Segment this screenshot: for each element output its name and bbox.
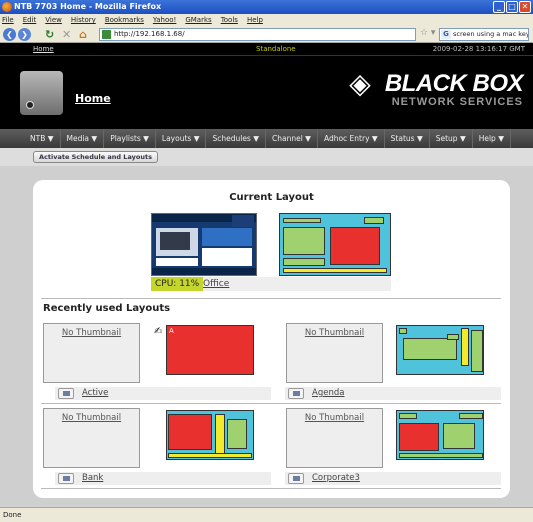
preview-icon[interactable] [58, 388, 74, 399]
nav-help[interactable]: Help ▼ [473, 129, 511, 148]
no-thumbnail-placeholder: No Thumbnail [43, 408, 140, 468]
layout-name-bank[interactable]: Bank [82, 472, 103, 485]
current-screenshot [151, 213, 257, 276]
main-nav: NTB ▼ Media ▼ Playlists ▼ Layouts ▼ Sche… [0, 129, 533, 148]
layout-thumbnail-active[interactable]: A [166, 325, 254, 375]
preview-icon[interactable] [58, 473, 74, 484]
layout-thumbnail-corporate3[interactable] [396, 410, 484, 460]
menu-history[interactable]: History [71, 14, 96, 26]
layouts-panel: Current Layout CPU: 11% Office Recently … [33, 180, 510, 498]
menubar: File Edit View History Bookmarks Yahoo! … [0, 14, 533, 26]
home-icon[interactable]: ⌂ [79, 28, 87, 41]
layout-name-agenda[interactable]: Agenda [312, 387, 344, 400]
page-header: Home ◈ BLACK BOX NETWORK SERVICES [0, 56, 533, 129]
search-text: screen using a mac keyboard [453, 30, 528, 38]
layout-row-bank: Bank [55, 472, 271, 485]
nav-playlists[interactable]: Playlists ▼ [104, 129, 156, 148]
divider [41, 488, 501, 489]
diamond-icon: ◈ [349, 67, 371, 100]
menu-gmarks[interactable]: GMarks [185, 14, 211, 26]
layout-name-corporate3[interactable]: Corporate3 [312, 472, 360, 485]
navigation-toolbar: ❮ ❯ ↻ ✕ ⌂ http://192.168.1.68/ ☆ ▾ G scr… [0, 26, 533, 43]
menu-yahoo[interactable]: Yahoo! [153, 14, 176, 26]
current-layout-link[interactable]: Office [203, 277, 229, 291]
menu-bookmarks[interactable]: Bookmarks [105, 14, 144, 26]
device-icon [20, 71, 63, 115]
cpu-usage: CPU: 11% [151, 277, 204, 291]
layout-row-active: Active [55, 387, 271, 400]
current-layout-info: CPU: 11% Office [151, 277, 391, 291]
reload-icon[interactable]: ↻ [45, 28, 54, 41]
nav-adhoc-entry[interactable]: Adhoc Entry ▼ [318, 129, 385, 148]
mode-indicator: Standalone [256, 45, 296, 53]
forward-icon[interactable]: ❯ [18, 28, 31, 41]
layout-thumbnail-agenda[interactable] [396, 325, 484, 375]
recent-layouts-title: Recently used Layouts [43, 303, 171, 314]
status-bar: Done [0, 507, 533, 522]
window-title: NTB 7703 Home - Mozilla Firefox [14, 2, 162, 11]
preview-icon[interactable] [288, 473, 304, 484]
divider [41, 298, 501, 299]
bookmark-star-icon[interactable]: ☆ ▾ [420, 28, 435, 38]
url-text: http://192.168.1.68/ [114, 30, 185, 38]
google-icon: G [441, 30, 451, 39]
close-button[interactable]: ✕ [519, 1, 531, 13]
layout-thumbnail-bank[interactable] [166, 410, 254, 460]
no-thumbnail-placeholder: No Thumbnail [286, 323, 383, 383]
nav-media[interactable]: Media ▼ [61, 129, 105, 148]
nav-status[interactable]: Status ▼ [385, 129, 430, 148]
status-text: Done [3, 511, 22, 519]
current-layout-title: Current Layout [229, 192, 314, 203]
firefox-icon [2, 2, 12, 12]
content-area: Current Layout CPU: 11% Office Recently … [0, 166, 533, 507]
home-link[interactable]: Home [33, 43, 54, 56]
stop-icon[interactable]: ✕ [62, 28, 71, 41]
divider [41, 403, 501, 404]
page-title[interactable]: Home [75, 92, 111, 105]
menu-help[interactable]: Help [247, 14, 263, 26]
layout-row-corporate3: Corporate3 [285, 472, 501, 485]
maximize-button[interactable]: □ [506, 1, 518, 13]
site-icon [102, 30, 111, 39]
nav-setup[interactable]: Setup ▼ [430, 129, 473, 148]
url-bar[interactable]: http://192.168.1.68/ [99, 28, 416, 41]
search-input[interactable]: G screen using a mac keyboard [439, 28, 529, 41]
no-thumbnail-placeholder: No Thumbnail [43, 323, 140, 383]
minimize-button[interactable]: _ [493, 1, 505, 13]
no-thumbnail-placeholder: No Thumbnail [286, 408, 383, 468]
nav-schedules[interactable]: Schedules ▼ [206, 129, 266, 148]
preview-icon[interactable] [288, 388, 304, 399]
timestamp: 2009-02-28 13:16:17 GMT [432, 45, 525, 53]
layout-name-active[interactable]: Active [82, 387, 108, 400]
top-links-bar: Home Standalone 2009-02-28 13:16:17 GMT [0, 43, 533, 56]
back-icon[interactable]: ❮ [3, 28, 16, 41]
window-titlebar: NTB 7703 Home - Mozilla Firefox _ □ ✕ [0, 0, 533, 14]
nav-layouts[interactable]: Layouts ▼ [156, 129, 207, 148]
nav-ntb[interactable]: NTB ▼ [24, 129, 61, 148]
brand-name: BLACK BOX [384, 70, 524, 97]
menu-file[interactable]: File [2, 14, 14, 26]
edit-icon[interactable]: ✍ [154, 326, 162, 337]
activate-schedule-button[interactable]: Activate Schedule and Layouts [33, 151, 158, 163]
brand-subtitle: NETWORK SERVICES [391, 96, 523, 108]
menu-edit[interactable]: Edit [23, 14, 37, 26]
menu-tools[interactable]: Tools [221, 14, 238, 26]
nav-channel[interactable]: Channel ▼ [266, 129, 318, 148]
menu-view[interactable]: View [45, 14, 62, 26]
current-layout-thumbnail [279, 213, 391, 276]
brand-logo: ◈ BLACK BOX NETWORK SERVICES [349, 70, 524, 109]
action-bar: Activate Schedule and Layouts [0, 148, 533, 166]
layout-row-agenda: Agenda [285, 387, 501, 400]
